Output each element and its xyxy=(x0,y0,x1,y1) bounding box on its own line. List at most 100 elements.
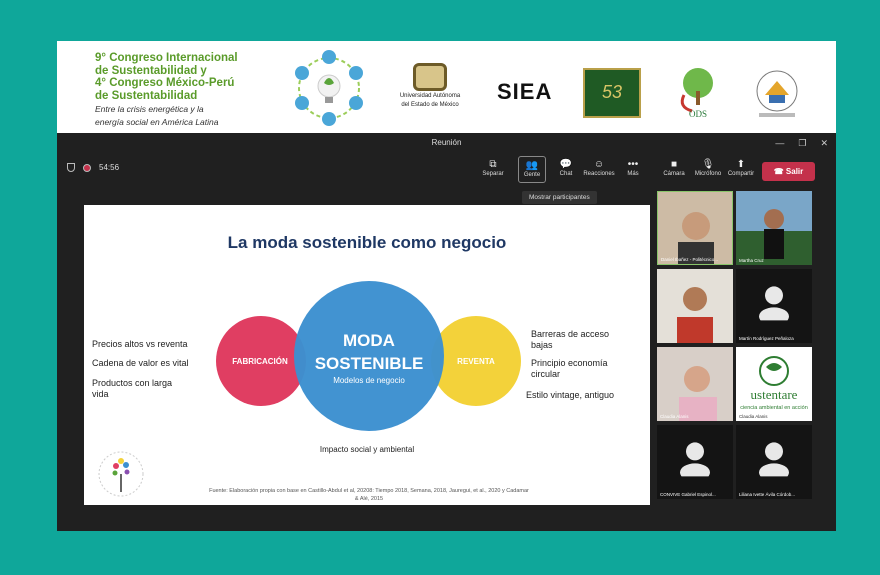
person-avatar-icon xyxy=(759,286,789,321)
fabricacion-label: FABRICACIÓN xyxy=(232,357,288,366)
conference-title: 9° Congreso Internacional de Sustentabil… xyxy=(95,52,255,127)
more-icon: ••• xyxy=(627,159,639,170)
uaem-seal-icon xyxy=(413,63,447,91)
uaem-logo: Universidad Autónoma del Estado de Méxic… xyxy=(394,63,466,109)
subtitle-line1: Entre la crisis energética y la xyxy=(95,104,204,114)
consciente-conectado-logo xyxy=(98,451,144,497)
compartir-label: Compartir xyxy=(727,171,755,177)
uaem-caption-1: Universidad Autónoma xyxy=(399,93,461,99)
source-note: Fuente: Elaboración propia con base en C… xyxy=(159,487,579,503)
shield-icon xyxy=(67,163,75,172)
maximize-button[interactable]: ❐ xyxy=(798,133,806,153)
title-line3: 4° Congreso México-Perú xyxy=(95,77,235,89)
participant-tile[interactable]: Liliana Ivette Ávila Córdob... xyxy=(736,425,812,499)
window-controls: — ❐ ✕ xyxy=(775,133,828,153)
right-item-4: circular xyxy=(531,369,561,379)
gente-label: Gente xyxy=(523,172,541,178)
meeting-toolbar: 54:56 ⧉ Separar 👥 Gente 💬 Chat ☺ Reaccio… xyxy=(57,155,836,185)
minimize-button[interactable]: — xyxy=(775,133,784,153)
separar-label: Separar xyxy=(482,171,504,177)
title-bar: Reunión — ❐ ✕ xyxy=(57,133,836,153)
participant-tile[interactable]: Martha Cruz xyxy=(736,191,812,265)
left-item-1: Precios altos vs reventa xyxy=(92,339,188,349)
meeting-status: 54:56 xyxy=(67,163,119,172)
camara-button[interactable]: ■ Cámara xyxy=(657,158,691,177)
salir-button[interactable]: ☎ Salir xyxy=(762,162,815,181)
camera-icon: ■ xyxy=(670,159,678,170)
camara-label: Cámara xyxy=(663,171,685,177)
venn-diagram: FABRICACIÓN REVENTA MODA SOSTENIBLE Mode… xyxy=(216,281,521,431)
participant-name: Martha Cruz xyxy=(739,258,764,263)
title-line2: de Sustentabilidad y xyxy=(95,64,207,77)
reacciones-button[interactable]: ☺ Reacciones xyxy=(582,158,616,177)
conference-banner: 9° Congreso Internacional de Sustentabil… xyxy=(57,41,836,133)
mas-label: Más xyxy=(627,171,639,177)
title-line1: 9° Congreso Internacional xyxy=(95,52,238,64)
people-icon: 👥 xyxy=(525,160,539,171)
participant-tile[interactable]: ustentare ciencia ambiental en acción Cl… xyxy=(736,347,812,421)
separar-button[interactable]: ⧉ Separar xyxy=(476,158,510,177)
popout-icon: ⧉ xyxy=(489,159,497,170)
moda-sub: Modelos de negocio xyxy=(333,376,405,385)
microfono-label: Micrófono xyxy=(694,171,722,177)
left-item-4: vida xyxy=(92,389,109,399)
person-avatar-icon xyxy=(759,442,789,477)
participant-tile[interactable]: Martín Rodríguez Peñaloza xyxy=(736,269,812,343)
chat-button[interactable]: 💬 Chat xyxy=(549,158,583,177)
sustentare-name: ustentare xyxy=(751,387,798,402)
gente-button[interactable]: 👥 Gente xyxy=(518,156,546,183)
reaction-icon: ☺ xyxy=(593,159,605,170)
compartir-button[interactable]: ⬆ Compartir xyxy=(724,158,758,177)
participant-tile[interactable]: Daniel Ibañez - Politécnico... xyxy=(657,191,733,265)
shared-slide: La moda sostenible como negocio FABRICAC… xyxy=(84,205,650,505)
source-line2: & Alé, 2015 xyxy=(354,496,384,502)
left-item-2: Cadena de valor es vital xyxy=(92,358,189,368)
participant-tile[interactable]: Claudia Alanis xyxy=(657,347,733,421)
title-line4: de Sustentabilidad xyxy=(95,89,198,102)
moda-line2: SOSTENIBLE xyxy=(315,354,424,373)
microfono-button[interactable]: 🎙 Micrófono xyxy=(691,158,725,177)
uaem-caption-2: del Estado de México xyxy=(401,102,459,108)
left-item-3: Productos con larga xyxy=(92,378,173,388)
mas-button[interactable]: ••• Más xyxy=(616,158,650,177)
share-icon: ⬆ xyxy=(736,159,746,170)
participant-video-icon xyxy=(736,191,812,265)
participant-name: Claudia Alanis xyxy=(739,414,768,419)
anniversary-logo: 53 xyxy=(583,68,641,118)
right-item-3: Principio economía xyxy=(531,358,608,368)
right-item-1: Barreras de acceso xyxy=(531,329,610,339)
sustentare-logo: ustentare ciencia ambiental en acción xyxy=(740,356,808,411)
bottom-caption: Impacto social y ambiental xyxy=(319,445,415,454)
participant-name: Liliana Ivette Ávila Córdob... xyxy=(739,492,796,497)
participant-video-icon xyxy=(657,269,733,343)
hangup-icon: ☎ xyxy=(773,167,786,176)
chat-label: Chat xyxy=(559,171,573,177)
subtitle-line2: energía social en América Latina xyxy=(95,116,219,127)
chat-icon: 💬 xyxy=(559,159,573,170)
participant-name: Martín Rodríguez Peñaloza xyxy=(739,336,794,341)
recording-icon xyxy=(83,163,91,172)
reacciones-label: Reacciones xyxy=(583,171,615,177)
salir-label: Salir xyxy=(785,167,804,176)
ods-label: ODS xyxy=(689,109,707,119)
mic-off-icon: 🎙 xyxy=(701,159,715,170)
participant-name: CONVIVE Gabriel Espinol... xyxy=(660,492,716,497)
teams-window: Reunión — ❐ ✕ 54:56 ⧉ Separar 👥 Gente 💬 … xyxy=(57,133,836,531)
participant-video-icon xyxy=(657,347,733,421)
person-avatar-icon xyxy=(680,442,710,477)
participant-video-icon xyxy=(658,192,732,264)
right-item-2: bajas xyxy=(531,340,553,350)
ods-logo: ODS xyxy=(674,65,722,120)
sustentare-tagline: ciencia ambiental en acción xyxy=(740,405,808,411)
participant-name: Daniel Ibañez - Politécnico... xyxy=(661,257,719,262)
source-line1: Fuente: Elaboración propia con base en C… xyxy=(209,488,529,494)
right-item-5: Estilo vintage, antiguo xyxy=(526,390,615,400)
close-button[interactable]: ✕ xyxy=(820,133,828,153)
tooltip-mostrar-participantes: Mostrar participantes xyxy=(522,191,597,204)
university-seal-logo xyxy=(756,70,798,117)
participant-tile[interactable]: CONVIVE Gabriel Espinol... xyxy=(657,425,733,499)
meeting-timer: 54:56 xyxy=(99,163,120,172)
participant-tile[interactable] xyxy=(657,269,733,343)
window-title: Reunión xyxy=(431,138,462,147)
siea-logo: SIEA xyxy=(497,79,553,104)
